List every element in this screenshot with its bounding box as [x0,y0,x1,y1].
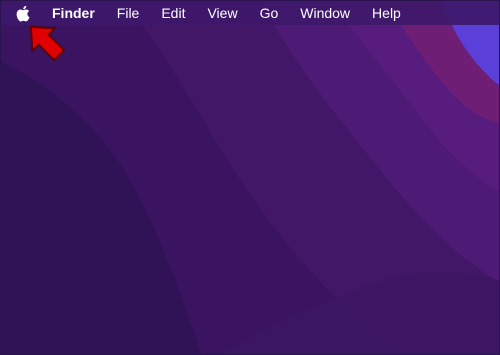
menu-view[interactable]: View [207,1,237,25]
menu-file[interactable]: File [117,1,140,25]
menu-bar: Finder File Edit View Go Window Help [1,1,499,25]
red-arrow-icon [29,25,66,62]
menu-edit[interactable]: Edit [161,1,185,25]
desktop-wallpaper [1,1,499,354]
menu-help[interactable]: Help [372,1,401,25]
menu-window[interactable]: Window [300,1,350,25]
menu-go[interactable]: Go [260,1,279,25]
desktop-screen: Finder File Edit View Go Window Help [0,0,500,355]
